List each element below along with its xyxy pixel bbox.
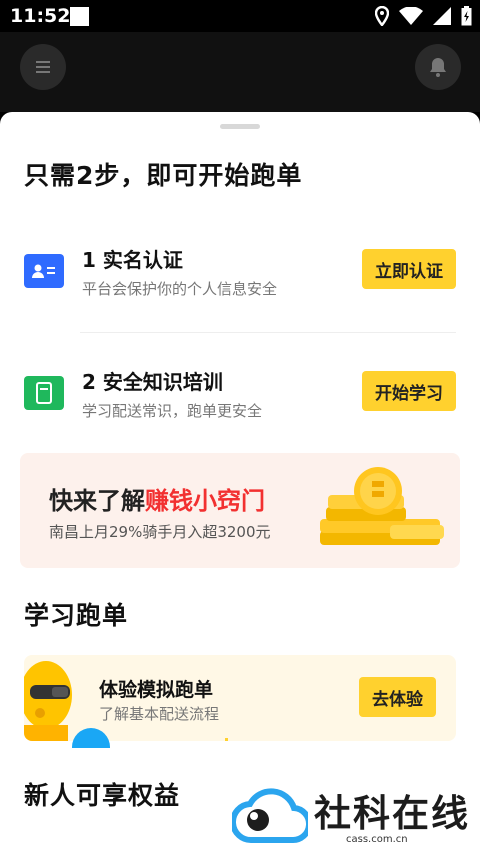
battery-icon xyxy=(461,6,472,26)
signal-icon xyxy=(433,7,451,25)
bell-icon xyxy=(430,58,446,77)
location-icon xyxy=(375,6,389,26)
watermark-url: cass.com.cn xyxy=(346,834,408,845)
menu-icon xyxy=(36,61,50,73)
start-learning-button[interactable]: 开始学习 xyxy=(362,371,456,411)
practice-title: 体验模拟跑单 xyxy=(99,679,214,701)
rider-mascot-icon xyxy=(24,661,72,741)
banner-title-plain: 快来了解 xyxy=(49,487,145,515)
status-bar: 11:52 xyxy=(0,0,480,32)
drag-handle[interactable] xyxy=(220,124,260,129)
gold-coins-icon xyxy=(320,467,444,545)
banner-title-highlight: 赚钱小窍门 xyxy=(145,487,265,515)
divider xyxy=(80,332,456,333)
try-it-button[interactable]: 去体验 xyxy=(359,677,436,717)
top-bar xyxy=(0,32,480,112)
step-desc: 平台会保护你的个人信息安全 xyxy=(82,280,278,298)
benefits-heading: 新人可享权益 xyxy=(24,781,181,810)
id-card-icon xyxy=(24,254,64,288)
step-desc: 学习配送常识，跑单更安全 xyxy=(82,402,263,420)
benefit-item-peek xyxy=(225,738,228,741)
watermark-logo xyxy=(232,788,308,844)
step-title: 1 实名认证 xyxy=(82,248,183,272)
learn-heading: 学习跑单 xyxy=(24,601,129,630)
steps-heading: 只需2步，即可开始跑单 xyxy=(24,161,303,190)
system-icons xyxy=(375,5,472,27)
wifi-icon xyxy=(399,7,423,25)
practice-desc: 了解基本配送流程 xyxy=(99,705,220,723)
verify-now-button[interactable]: 立即认证 xyxy=(362,249,456,289)
notification-icon xyxy=(70,7,89,26)
watermark: 社科在线 cass.com.cn xyxy=(232,780,480,853)
book-icon xyxy=(24,376,64,410)
earning-tips-banner[interactable]: 快来了解赚钱小窍门 南昌上月29%骑手月入超3200元 xyxy=(20,453,460,568)
step-title: 2 安全知识培训 xyxy=(82,370,223,394)
step-real-name-verification: 1 实名认证 平台会保护你的个人信息安全 立即认证 xyxy=(24,230,456,310)
banner-title: 快来了解赚钱小窍门 xyxy=(49,481,265,516)
watermark-name: 社科在线 xyxy=(314,792,470,835)
menu-button[interactable] xyxy=(20,44,66,90)
banner-subtitle: 南昌上月29%骑手月入超3200元 xyxy=(49,523,271,541)
notifications-button[interactable] xyxy=(415,44,461,90)
step-safety-training: 2 安全知识培训 学习配送常识，跑单更安全 开始学习 xyxy=(24,352,456,432)
status-time: 11:52 xyxy=(10,5,71,27)
